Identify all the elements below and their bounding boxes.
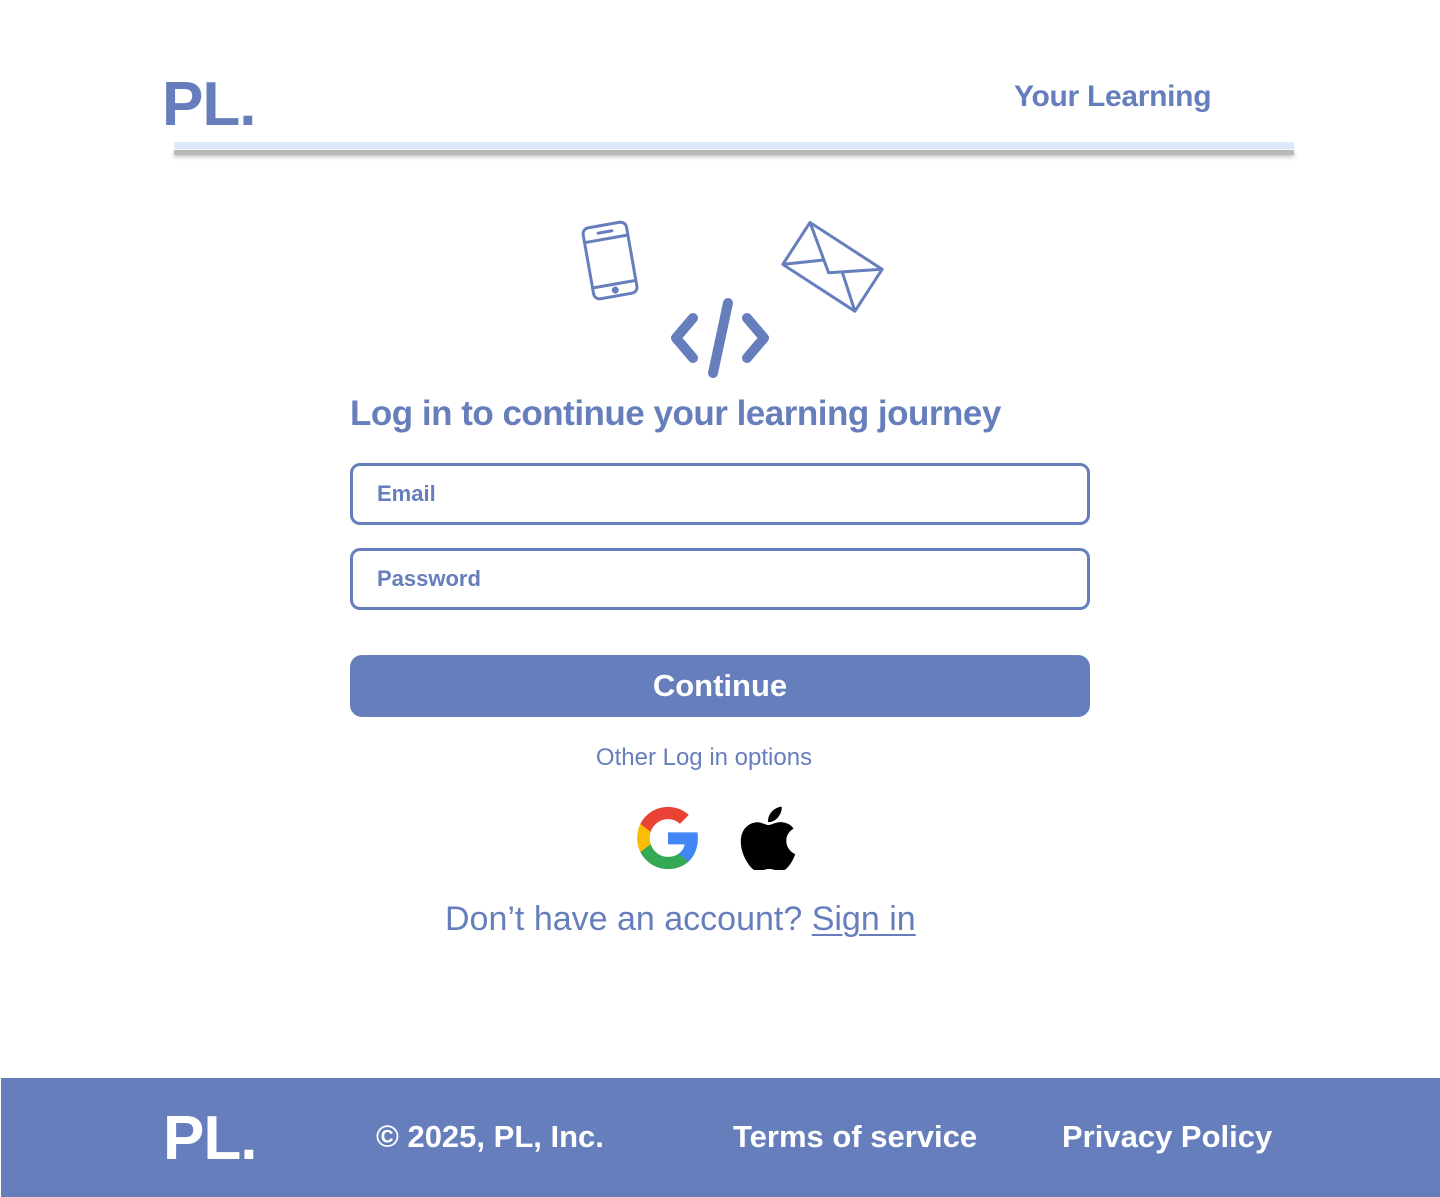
nav-your-learning-link[interactable]: Your Learning [1014,80,1212,114]
sign-in-link[interactable]: Sign in [812,900,916,938]
envelope-icon [781,220,884,313]
header-divider-shadow [174,150,1294,155]
apple-icon [740,806,796,872]
continue-button[interactable]: Continue [350,655,1090,717]
apple-login-button[interactable] [740,802,796,872]
email-input[interactable] [377,466,1087,522]
password-input[interactable] [377,551,1087,607]
footer-logo[interactable]: PL. [163,1108,257,1170]
header-logo[interactable]: PL. [162,74,256,136]
email-field[interactable] [350,463,1090,525]
signup-prompt: Don’t have an account? Sign in [445,900,916,939]
no-account-text: Don’t have an account? [445,900,803,938]
other-login-options-label: Other Log in options [595,744,813,771]
google-icon [637,806,698,870]
privacy-policy-link[interactable]: Privacy Policy [1062,1119,1272,1155]
google-login-button[interactable] [634,804,702,872]
phone-icon [581,220,639,301]
footer-copyright: © 2025, PL, Inc. [376,1119,604,1154]
header-divider [174,142,1294,156]
code-icon [671,298,769,378]
terms-of-service-link[interactable]: Terms of service [733,1119,977,1155]
footer: PL. © 2025, PL, Inc. Terms of service Pr… [1,1078,1440,1197]
password-field[interactable] [350,548,1090,610]
header-divider-light [174,142,1294,149]
login-headline: Log in to continue your learning journey [350,394,1001,433]
hero-illustration [560,212,900,387]
